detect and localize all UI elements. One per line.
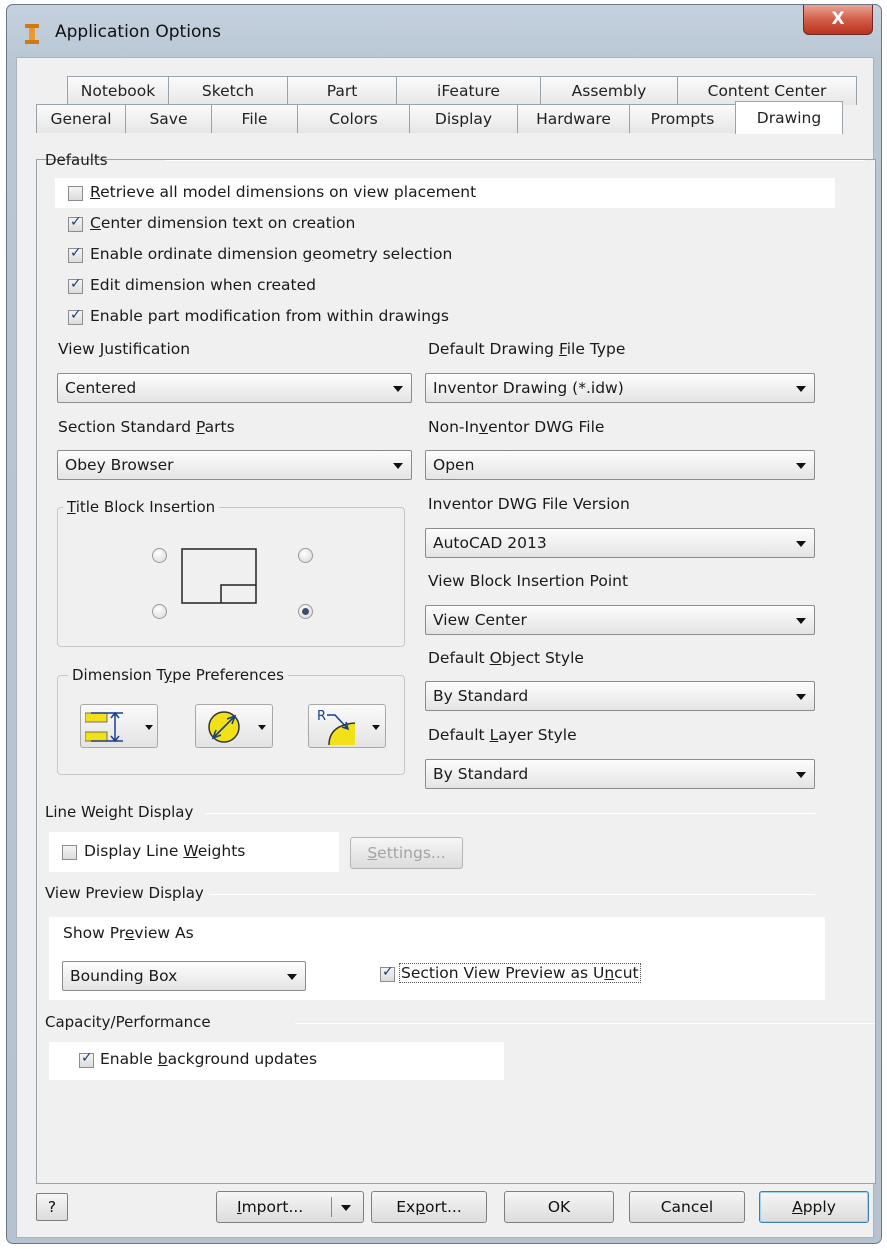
title-block-bottom-right-radio[interactable] [298,604,313,619]
export-button[interactable]: Export... [371,1191,487,1223]
svg-text:R: R [317,709,326,724]
ordinate-geometry-checkbox[interactable] [68,245,83,263]
default-layer-style-dropdown[interactable]: By Standard [425,759,815,789]
cancel-button[interactable]: Cancel [629,1191,745,1223]
tab-general[interactable]: General [36,104,126,133]
linear-dimension-type-button[interactable] [80,704,158,748]
background-updates-checkbox[interactable] [79,1050,94,1068]
title-block-bottom-left-radio[interactable] [152,604,167,619]
radius-dimension-icon: R [317,709,356,746]
view-preview-group-title: View Preview Display [45,884,204,902]
defaults-separator [165,160,865,161]
capacity-separator [295,1023,875,1024]
default-layer-style-label: Default Layer Style [428,726,577,744]
title-bar: Application Options X [7,5,881,57]
default-object-style-label: Default Object Style [428,649,584,667]
non-inventor-dwg-dropdown[interactable]: Open [425,450,815,480]
radius-dimension-dropdown-arrow [372,725,380,730]
tab-display[interactable]: Display [409,104,518,133]
show-preview-as-dropdown[interactable]: Bounding Box [62,961,306,991]
retrieve-dimensions-label: Retrieve all model dimensions on view pl… [90,183,477,201]
title-block-sheet-icon [181,548,257,604]
tab-prompts[interactable]: Prompts [629,104,736,133]
inventor-dwg-version-label: Inventor DWG File Version [428,495,630,513]
title-block-top-left-radio[interactable] [152,548,167,563]
import-label: Import... [237,1198,304,1216]
import-dropdown-arrow[interactable] [341,1205,351,1211]
tab-assembly[interactable]: Assembly [540,76,678,105]
section-standard-parts-label: Section Standard Parts [58,418,235,436]
window-title: Application Options [55,22,221,42]
section-standard-parts-dropdown[interactable]: Obey Browser [57,450,412,480]
tab-colors[interactable]: Colors [297,104,410,133]
inventor-app-icon [25,24,39,44]
default-object-style-dropdown[interactable]: By Standard [425,681,815,711]
non-inventor-dwg-label: Non-Inventor DWG File [428,418,605,436]
view-preview-separator [209,894,815,895]
capacity-group-title: Capacity/Performance [45,1013,211,1031]
show-preview-as-label: Show Preview As [63,924,194,942]
ordinate-geometry-label: Enable ordinate dimension geometry selec… [90,245,453,263]
linear-dimension-icon [85,711,123,743]
line-weight-group-title: Line Weight Display [45,803,194,821]
diameter-dimension-type-button[interactable] [195,704,273,748]
tab-drawing[interactable]: Drawing [735,101,843,134]
tab-ifeature[interactable]: iFeature [396,76,541,105]
edit-dimension-label: Edit dimension when created [90,276,316,294]
dialog-client-area: Notebook Sketch Part iFeature Assembly C… [16,57,876,1238]
tab-row-bottom: General Save File Colors Display Hardwar… [36,101,843,134]
default-drawing-file-type-dropdown[interactable]: Inventor Drawing (*.idw) [425,373,815,403]
title-block-frame-title: Title Block Insertion [63,498,220,516]
section-view-uncut-checkbox[interactable] [380,964,395,982]
view-justification-label: View Justification [58,340,191,358]
part-modification-checkbox[interactable] [68,307,83,325]
diameter-dimension-icon [208,711,240,743]
view-block-insertion-label: View Block Insertion Point [428,572,629,590]
view-block-insertion-dropdown[interactable]: View Center [425,605,815,635]
tab-sketch[interactable]: Sketch [168,76,288,105]
view-justification-dropdown[interactable]: Centered [57,373,412,403]
line-weight-settings-button[interactable]: Settings... [350,837,463,869]
part-modification-label: Enable part modification from within dra… [90,307,449,325]
help-button[interactable]: ? [36,1193,68,1221]
tab-part[interactable]: Part [287,76,397,105]
display-line-weights-checkbox[interactable] [62,845,77,860]
ok-button[interactable]: OK [504,1191,614,1223]
close-button[interactable]: X [803,5,873,35]
edit-dimension-checkbox[interactable] [68,276,83,294]
dimension-type-frame: Dimension Type Preferences R [57,666,405,775]
drawing-tab-panel: Defaults Retrieve all model dimensions o… [36,151,876,1184]
tab-save[interactable]: Save [125,104,212,133]
application-options-window: Application Options X Notebook Sketch Pa… [6,4,882,1244]
apply-button[interactable]: Apply [759,1191,869,1223]
inventor-dwg-version-dropdown[interactable]: AutoCAD 2013 [425,528,815,558]
tab-hardware[interactable]: Hardware [517,104,630,133]
section-view-uncut-label: Section View Preview as Uncut [399,963,641,983]
diameter-dimension-dropdown-arrow [258,725,266,730]
center-dimension-text-label: Center dimension text on creation [90,214,356,232]
radius-dimension-type-button[interactable]: R [308,704,386,748]
center-dimension-text-checkbox[interactable] [68,214,83,232]
tab-notebook[interactable]: Notebook [67,76,169,105]
help-icon: ? [47,1198,57,1216]
dimension-type-frame-title: Dimension Type Preferences [68,666,288,684]
tab-file[interactable]: File [211,104,298,133]
title-block-top-right-radio[interactable] [298,548,313,563]
import-button[interactable]: Import... [216,1191,364,1223]
import-split-divider [331,1197,332,1217]
display-line-weights-label: Display Line Weights [84,842,246,860]
background-updates-label: Enable background updates [100,1050,318,1068]
defaults-group-title: Defaults [45,151,108,169]
title-block-frame: Title Block Insertion [57,498,405,647]
line-weight-separator [205,813,815,814]
retrieve-dimensions-checkbox[interactable] [68,186,83,201]
default-drawing-file-type-label: Default Drawing File Type [428,340,626,358]
linear-dimension-dropdown-arrow [145,725,153,730]
